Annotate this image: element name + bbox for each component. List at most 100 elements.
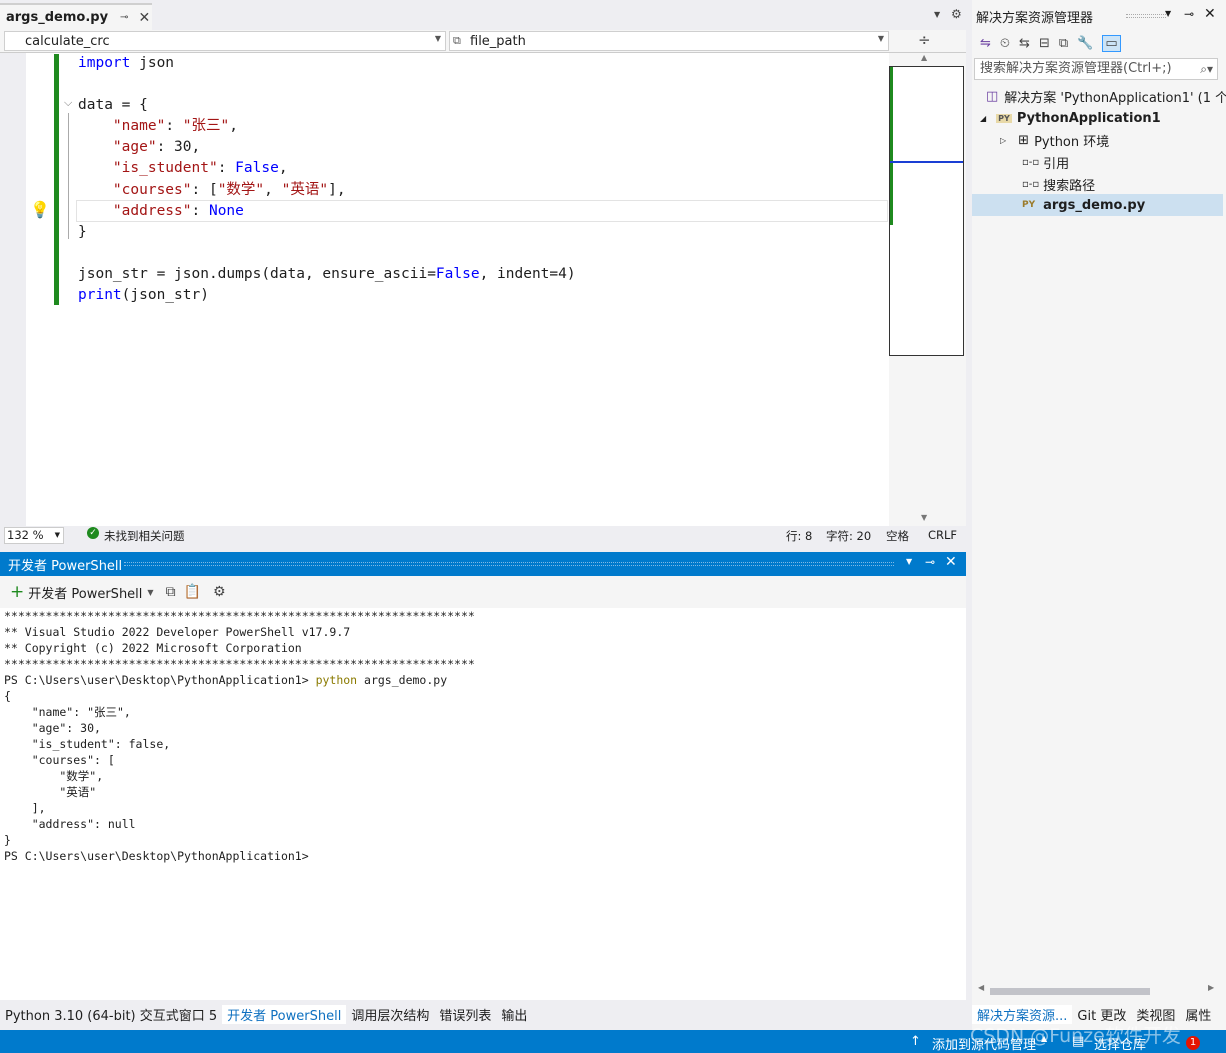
lightbulb-icon[interactable]: 💡 (30, 200, 50, 219)
chevron-down-icon: ▼ (434, 34, 441, 43)
collapse-all-icon[interactable]: ⊟ (1039, 36, 1050, 51)
search-input[interactable]: 搜索解决方案资源管理器(Ctrl+;) ⌕▾ (974, 58, 1218, 80)
whitespace-mode[interactable]: 空格 (886, 528, 909, 544)
gear-icon[interactable]: ⚙ (213, 584, 226, 600)
new-terminal-button[interactable]: 开发者 PowerShell (28, 583, 142, 602)
wrench-icon[interactable]: 🔧 (1077, 36, 1093, 51)
close-icon[interactable]: ✕ (1204, 6, 1216, 22)
paste-icon[interactable]: 📋 (184, 584, 201, 600)
expanded-triangle-icon[interactable]: ◢ (980, 114, 986, 123)
tree-item-label: args_demo.py (1043, 197, 1146, 213)
terminal-line: "is_student": false, (4, 737, 171, 751)
solution-explorer: 解决方案资源管理器 ▼ ⊸ ✕ ⇋ ⏲ ⇆ ⊟ ⧉ 🔧 ▭ 搜索解决方案资源管理… (972, 0, 1226, 1030)
code-text[interactable]: import json data = { "name": "张三", "age":… (78, 53, 576, 306)
code-line[interactable]: "address": None (78, 201, 576, 222)
scroll-down-icon[interactable]: ▼ (921, 513, 927, 522)
tree-item-label: 引用 (1043, 156, 1070, 172)
code-token: "address" (112, 202, 192, 219)
plus-icon[interactable]: + (10, 582, 24, 602)
pin-icon[interactable]: ⊸ (925, 555, 935, 569)
bottom-tab[interactable]: Python 3.10 (64-bit) 交互式窗口 5 (0, 1005, 222, 1024)
scroll-right-icon[interactable]: ▶ (1208, 983, 1214, 992)
minimap-caret-line (890, 161, 963, 163)
scroll-left-icon[interactable]: ◀ (978, 983, 984, 992)
horizontal-scrollbar[interactable]: ◀ ▶ (978, 983, 1218, 996)
scroll-thumb[interactable] (990, 988, 1150, 995)
code-line[interactable]: json_str = json.dumps(data, ensure_ascii… (78, 264, 576, 285)
code-token: : (191, 202, 209, 219)
terminal-line: "name": "张三", (4, 705, 131, 719)
code-line[interactable] (78, 243, 576, 264)
scroll-up-icon[interactable]: ▲ (921, 53, 927, 62)
drag-grip[interactable] (124, 562, 894, 566)
code-line[interactable]: "age": 30, (78, 137, 576, 158)
tree-item-label: PythonApplication1 (1016, 110, 1161, 126)
terminal-line: ** Visual Studio 2022 Developer PowerShe… (4, 625, 351, 639)
line-number[interactable]: 行: 8 (786, 528, 812, 544)
search-placeholder: 搜索解决方案资源管理器(Ctrl+;) (980, 61, 1172, 76)
collapse-chevron-icon[interactable]: ⌵ (64, 96, 72, 110)
bottom-tool-tabs: Python 3.10 (64-bit) 交互式窗口 5 开发者 PowerShe… (0, 1001, 970, 1027)
code-line[interactable]: data = { (78, 95, 576, 116)
pin-icon[interactable]: ⊸ (120, 12, 128, 23)
close-icon[interactable]: ✕ (138, 10, 150, 26)
tree-item-project[interactable]: ◢ PY PythonApplication1 (980, 107, 1161, 129)
pin-icon[interactable]: ⊸ (1184, 7, 1194, 21)
show-all-files-icon[interactable]: ⧉ (1059, 36, 1068, 51)
code-line[interactable]: "courses": ["数学", "英语"], (78, 180, 576, 201)
tree-item-search-paths[interactable]: ▫-▫ 搜索路径 (1022, 173, 1095, 195)
code-line[interactable] (78, 74, 576, 95)
close-icon[interactable]: ✕ (945, 554, 957, 570)
vs-switch-view-icon[interactable]: ⇋ (980, 36, 991, 51)
terminal-line: "address": null (4, 817, 136, 831)
member-value: file_path (470, 33, 526, 49)
member-dropdown[interactable]: ⧉ file_path ▼ (449, 31, 889, 51)
scope-dropdown[interactable]: calculate_crc ▼ (4, 31, 446, 51)
drag-grip[interactable] (1126, 14, 1166, 18)
tree-item-solution[interactable]: ◫ 解决方案 'PythonApplication1' (1 个 (986, 85, 1226, 107)
notification-badge[interactable]: 1 (1186, 1036, 1200, 1050)
bottom-tab[interactable]: 开发者 PowerShell (222, 1004, 347, 1024)
zoom-dropdown[interactable]: 132 % ▼ (4, 527, 64, 544)
bottom-tab[interactable]: 错误列表 (434, 1005, 496, 1024)
explorer-bottom-tab[interactable]: 属性 (1180, 1005, 1216, 1024)
panel-title: 开发者 PowerShell (8, 558, 123, 574)
bottom-tab[interactable]: 调用层次结构 (346, 1005, 434, 1024)
issues-text[interactable]: 未找到相关问题 (104, 528, 185, 544)
line-ending[interactable]: CRLF (928, 528, 957, 542)
tree-item-args-demo[interactable]: PY args_demo.py (972, 194, 1223, 216)
collapsed-triangle-icon[interactable]: ▷ (1000, 136, 1006, 145)
terminal-output[interactable]: ****************************************… (0, 608, 966, 1000)
settings-gear-icon[interactable]: ⚙ (951, 7, 962, 21)
terminal-command-line: PS C:\Users\user\Desktop\PythonApplicati… (4, 672, 966, 688)
terminal-line: ****************************************… (4, 609, 475, 623)
code-line[interactable]: "name": "张三", (78, 116, 576, 137)
terminal-line: "英语" (4, 785, 97, 799)
copy-icon[interactable]: ⧉ (166, 584, 176, 600)
tree-item-label: 解决方案 'PythonApplication1' (1 个 (1004, 90, 1226, 106)
char-number[interactable]: 字符: 20 (826, 528, 871, 544)
splitter[interactable] (966, 0, 972, 1030)
tab-args-demo[interactable]: args_demo.py ⊸ ✕ (0, 3, 152, 30)
python-project-icon: PY (996, 113, 1012, 123)
code-line[interactable]: import json (78, 53, 576, 74)
tree-item-python-env[interactable]: ▷ ⊞ Python 环境 (1000, 129, 1109, 151)
code-minimap[interactable] (889, 66, 964, 356)
split-window-icon[interactable]: ÷ (918, 31, 931, 49)
dropdown-icon[interactable]: ▼ (1165, 9, 1171, 18)
code-line[interactable]: } (78, 222, 576, 243)
sync-icon[interactable]: ⇆ (1019, 36, 1030, 51)
code-token: None (208, 202, 244, 219)
code-line[interactable]: "is_student": False, (78, 158, 576, 179)
preview-icon[interactable]: ▭ (1102, 34, 1121, 52)
code-token: False (435, 265, 480, 282)
tab-list-dropdown-icon[interactable]: ▼ (934, 10, 940, 19)
code-line[interactable]: print(json_str) (78, 285, 576, 306)
chevron-down-icon[interactable]: ▼ (147, 588, 153, 597)
terminal-line: ****************************************… (4, 657, 475, 671)
dropdown-icon[interactable]: ▼ (906, 557, 912, 566)
tree-item-references[interactable]: ▫-▫ 引用 (1022, 151, 1069, 173)
bottom-tab[interactable]: 输出 (496, 1005, 532, 1024)
history-icon[interactable]: ⏲ (1000, 36, 1010, 51)
